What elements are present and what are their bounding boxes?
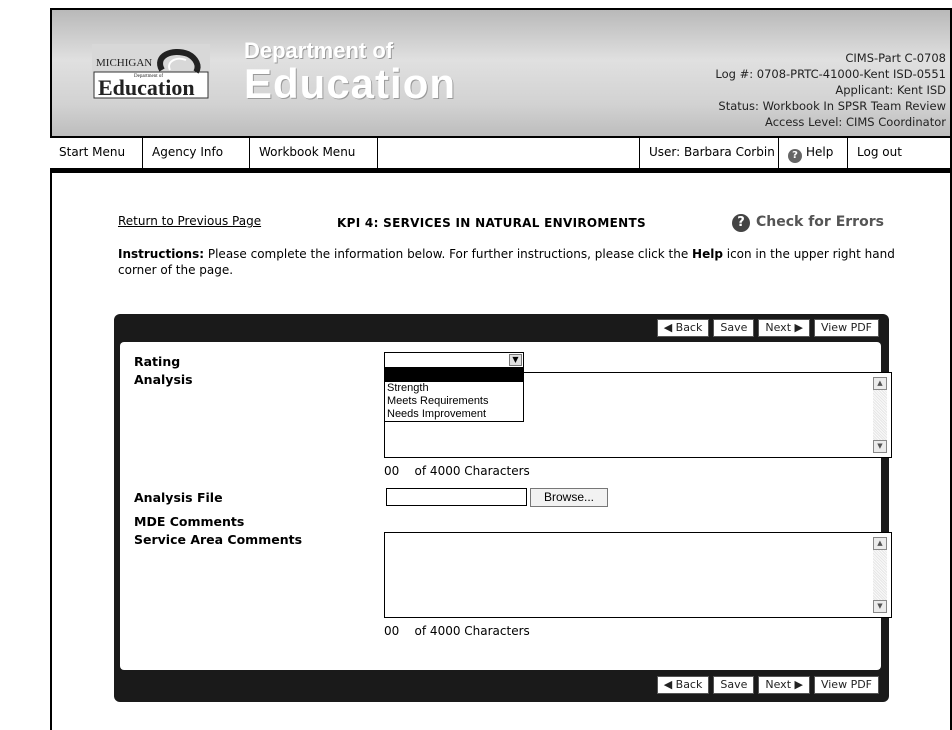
svg-text:Education: Education bbox=[98, 75, 195, 100]
nav-agency-info[interactable]: Agency Info bbox=[143, 138, 250, 168]
page-title: KPI 4: SERVICES IN NATURAL ENVIROMENTS bbox=[337, 216, 646, 230]
top-button-bar: ◀ Back Save Next ▶ View PDF bbox=[656, 319, 879, 337]
service-count-suffix: of 4000 Characters bbox=[414, 624, 530, 638]
nav-user: User: Barbara Corbin bbox=[639, 138, 778, 168]
analysis-count-value: 00 bbox=[384, 464, 400, 478]
scroll-down-icon[interactable]: ▼ bbox=[873, 440, 887, 453]
analysis-char-count: 00 of 4000 Characters bbox=[384, 464, 530, 478]
nav-workbook-menu[interactable]: Workbook Menu bbox=[250, 138, 378, 168]
rating-select[interactable]: ▼ bbox=[384, 352, 524, 368]
service-area-comments-textarea[interactable]: ▲ ▼ bbox=[384, 532, 892, 618]
back-button[interactable]: ◀ Back bbox=[656, 319, 710, 337]
mde-logo: MICHIGAN Department of Education bbox=[92, 44, 210, 100]
next-button[interactable]: Next ▶ bbox=[758, 676, 810, 694]
nav-logout[interactable]: Log out bbox=[847, 138, 950, 168]
save-button[interactable]: Save bbox=[713, 676, 755, 694]
service-area-char-count: 00 of 4000 Characters bbox=[384, 624, 530, 638]
info-part: CIMS-Part C-0708 bbox=[845, 51, 946, 65]
service-count-value: 00 bbox=[384, 624, 400, 638]
service-area-comments-label: Service Area Comments bbox=[134, 532, 303, 547]
analysis-file-label: Analysis File bbox=[134, 490, 223, 505]
nav-start-menu[interactable]: Start Menu bbox=[50, 138, 143, 168]
scroll-down-icon[interactable]: ▼ bbox=[873, 600, 887, 613]
save-button[interactable]: Save bbox=[713, 319, 755, 337]
view-pdf-button[interactable]: View PDF bbox=[813, 676, 879, 694]
department-title: Department of Education bbox=[244, 40, 456, 106]
nav-help[interactable]: ? Help bbox=[778, 138, 847, 168]
scroll-up-icon[interactable]: ▲ bbox=[873, 537, 887, 550]
rating-options-list: Strength Meets Requirements Needs Improv… bbox=[384, 368, 524, 422]
instructions-text: Please complete the information below. F… bbox=[204, 247, 693, 261]
bottom-button-bar: ◀ Back Save Next ▶ View PDF bbox=[656, 676, 879, 694]
analysis-count-suffix: of 4000 Characters bbox=[414, 464, 530, 478]
analysis-label: Analysis bbox=[134, 372, 193, 387]
return-to-previous-link[interactable]: Return to Previous Page bbox=[118, 214, 261, 228]
check-for-errors-button[interactable]: ? Check for Errors bbox=[732, 214, 884, 232]
nav-help-label: Help bbox=[806, 145, 834, 159]
department-title-line2: Education bbox=[244, 60, 457, 107]
service-area-scrollbar[interactable]: ▲ ▼ bbox=[873, 537, 887, 613]
rating-option-meets-requirements[interactable]: Meets Requirements bbox=[385, 395, 523, 408]
header: MICHIGAN Department of Education Departm… bbox=[52, 10, 950, 136]
browse-button[interactable]: Browse... bbox=[530, 488, 608, 507]
rating-option-needs-improvement[interactable]: Needs Improvement bbox=[385, 408, 523, 421]
form-panel: ◀ Back Save Next ▶ View PDF Rating ▼ Str… bbox=[114, 314, 892, 702]
next-button[interactable]: Next ▶ bbox=[758, 319, 810, 337]
analysis-scrollbar[interactable]: ▲ ▼ bbox=[873, 377, 887, 453]
instructions-label: Instructions: bbox=[118, 247, 205, 261]
check-for-errors-label: Check for Errors bbox=[756, 214, 884, 230]
workbook-info: CIMS-Part C-0708 Log #: 0708-PRTC-41000-… bbox=[715, 50, 946, 130]
rating-option-strength[interactable]: Strength bbox=[385, 382, 523, 395]
rating-option-blank[interactable] bbox=[385, 369, 523, 382]
app-frame: MICHIGAN Department of Education Departm… bbox=[50, 8, 952, 730]
dropdown-arrow-icon[interactable]: ▼ bbox=[509, 354, 522, 366]
question-icon: ? bbox=[732, 214, 750, 232]
top-nav: Start Menu Agency Info Workbook Menu Use… bbox=[50, 136, 950, 173]
view-pdf-button[interactable]: View PDF bbox=[813, 319, 879, 337]
scroll-up-icon[interactable]: ▲ bbox=[873, 377, 887, 390]
help-icon: ? bbox=[788, 149, 802, 163]
instructions: Instructions: Please complete the inform… bbox=[118, 246, 898, 278]
info-applicant: Applicant: Kent ISD bbox=[835, 83, 946, 97]
analysis-file-input[interactable] bbox=[386, 488, 527, 506]
mde-comments-label: MDE Comments bbox=[134, 514, 245, 529]
instructions-help-word: Help bbox=[692, 247, 723, 261]
form-body: Rating ▼ Strength Meets Requirements Nee… bbox=[120, 342, 892, 670]
department-title-line1: Department of bbox=[244, 38, 394, 63]
info-log: Log #: 0708-PRTC-41000-Kent ISD-0551 bbox=[715, 67, 946, 81]
back-button[interactable]: ◀ Back bbox=[656, 676, 710, 694]
info-status: Status: Workbook In SPSR Team Review bbox=[718, 99, 946, 113]
svg-text:MICHIGAN: MICHIGAN bbox=[96, 57, 152, 69]
rating-label: Rating bbox=[134, 354, 181, 369]
info-access-level: Access Level: CIMS Coordinator bbox=[765, 115, 946, 129]
